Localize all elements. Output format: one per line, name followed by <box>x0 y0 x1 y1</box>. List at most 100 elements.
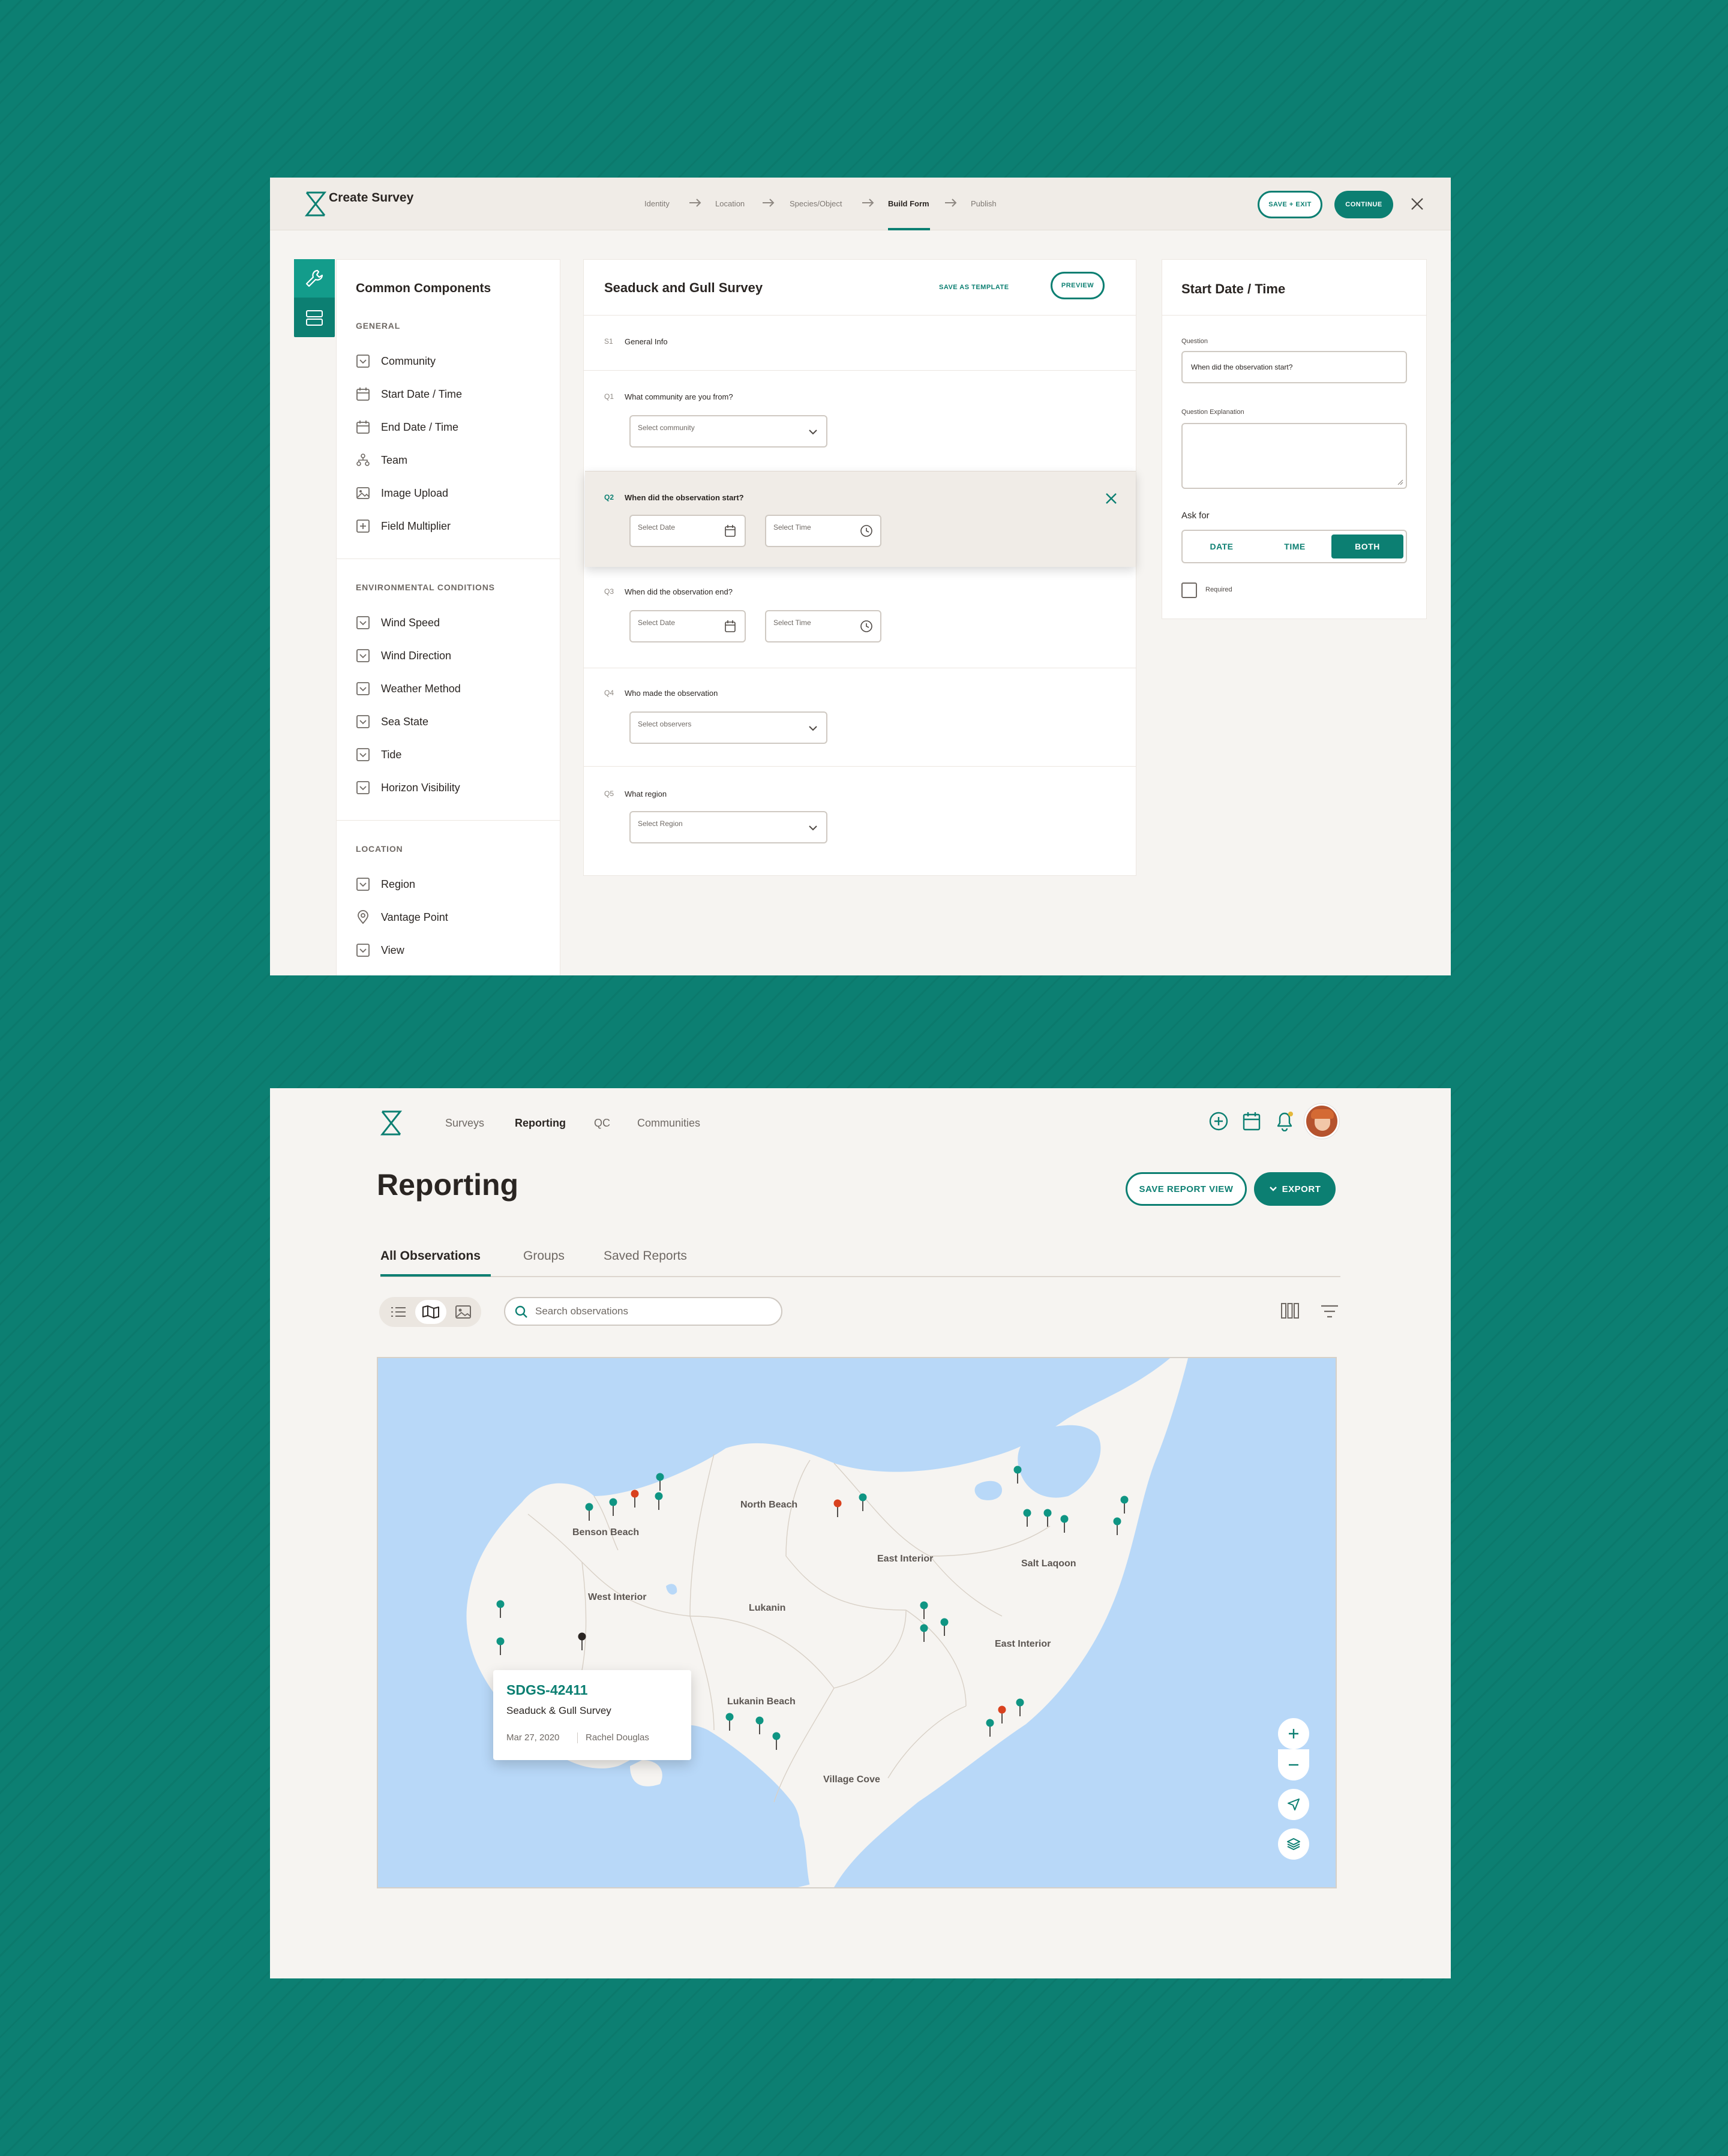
question-row-q1[interactable]: Q1 What community are you from? Select c… <box>584 370 1136 471</box>
observation-pin-icon[interactable] <box>1023 1509 1031 1528</box>
community-select[interactable]: Select community <box>629 415 827 448</box>
zoom-out-button[interactable] <box>1278 1749 1309 1780</box>
observation-pin-icon[interactable] <box>631 1490 639 1509</box>
step-species-object[interactable]: Species/Object <box>790 199 842 208</box>
ask-for-both-option[interactable]: BOTH <box>1331 535 1403 558</box>
observation-pin-icon[interactable] <box>1013 1466 1022 1485</box>
map-view-button[interactable] <box>415 1300 446 1324</box>
save-as-template-link[interactable]: SAVE AS TEMPLATE <box>939 284 1009 291</box>
component-wind-direction[interactable]: Wind Direction <box>356 647 451 665</box>
tab-groups[interactable]: Groups <box>523 1249 565 1263</box>
search-observations-input[interactable]: Search observations <box>504 1297 782 1326</box>
calendar-icon[interactable] <box>1242 1111 1261 1131</box>
app-logo-icon[interactable] <box>380 1110 402 1136</box>
component-view[interactable]: View <box>356 941 404 959</box>
observation-pin-icon[interactable] <box>1060 1515 1069 1534</box>
gallery-view-button[interactable] <box>448 1300 479 1324</box>
end-date-select[interactable]: Select Date <box>629 610 746 642</box>
observation-pin-icon[interactable] <box>725 1713 734 1732</box>
observation-pin-icon[interactable] <box>833 1499 842 1518</box>
user-avatar[interactable] <box>1304 1104 1339 1139</box>
nav-reporting[interactable]: Reporting <box>515 1117 566 1130</box>
component-region[interactable]: Region <box>356 875 415 893</box>
components-tab[interactable] <box>294 259 335 298</box>
export-button[interactable]: EXPORT <box>1254 1172 1336 1206</box>
component-field-multiplier[interactable]: Field Multiplier <box>356 517 451 535</box>
step-location[interactable]: Location <box>715 199 745 208</box>
observations-map[interactable]: Benson Beach North Beach East Interior S… <box>377 1357 1337 1888</box>
explanation-textarea[interactable] <box>1181 423 1407 489</box>
observation-pin-icon[interactable] <box>859 1493 867 1512</box>
observation-pin-icon[interactable] <box>940 1618 949 1637</box>
component-horizon-visibility[interactable]: Horizon Visibility <box>356 779 460 797</box>
locate-button[interactable] <box>1278 1789 1309 1820</box>
observation-pin-icon[interactable] <box>755 1716 764 1735</box>
question-input[interactable]: When did the observation start? <box>1181 351 1407 383</box>
observation-pin-icon[interactable] <box>496 1637 505 1656</box>
add-circle-icon[interactable] <box>1208 1111 1229 1131</box>
notification-bell-icon[interactable] <box>1274 1110 1295 1131</box>
observation-pin-icon[interactable] <box>655 1492 663 1511</box>
observation-pin-icon[interactable] <box>1016 1698 1024 1717</box>
resize-handle-icon[interactable] <box>1396 478 1403 485</box>
component-tide[interactable]: Tide <box>356 746 401 764</box>
observation-pin-icon[interactable] <box>609 1498 617 1517</box>
tab-all-observations[interactable]: All Observations <box>380 1249 481 1263</box>
question-row-q5[interactable]: Q5 What region Select Region <box>584 766 1136 875</box>
component-team[interactable]: Team <box>356 451 407 469</box>
component-community[interactable]: Community <box>356 352 436 370</box>
start-date-select[interactable]: Select Date <box>629 515 746 547</box>
observation-pin-icon[interactable] <box>1043 1509 1052 1528</box>
nav-surveys[interactable]: Surveys <box>445 1117 484 1130</box>
end-time-select[interactable]: Select Time <box>765 610 881 642</box>
observation-pin-icon[interactable] <box>920 1624 928 1643</box>
observation-pin-icon[interactable] <box>920 1601 928 1620</box>
question-row-q2-selected[interactable]: Q2 When did the observation start? Selec… <box>585 471 1136 567</box>
observation-pin-icon[interactable] <box>998 1705 1006 1725</box>
remove-question-icon[interactable] <box>1105 492 1118 505</box>
component-start-date-time[interactable]: Start Date / Time <box>356 385 462 403</box>
component-end-date-time[interactable]: End Date / Time <box>356 418 458 436</box>
observation-pin-icon[interactable] <box>772 1732 781 1751</box>
ask-for-date-option[interactable]: DATE <box>1186 535 1257 558</box>
ask-for-time-option[interactable]: TIME <box>1259 535 1330 558</box>
observation-pin-icon[interactable] <box>585 1503 593 1522</box>
continue-button[interactable]: CONTINUE <box>1334 191 1393 218</box>
layout-tab[interactable] <box>294 299 335 337</box>
save-report-view-button[interactable]: SAVE REPORT VIEW <box>1126 1172 1247 1206</box>
observation-pin-icon[interactable] <box>1120 1496 1129 1515</box>
section-row[interactable]: S1 General Info <box>584 315 1136 370</box>
zoom-in-button[interactable] <box>1278 1718 1309 1749</box>
observers-select[interactable]: Select observers <box>629 711 827 744</box>
question-row-q4[interactable]: Q4 Who made the observation Select obser… <box>584 668 1136 766</box>
region-select[interactable]: Select Region <box>629 811 827 843</box>
component-vantage-point[interactable]: Vantage Point <box>356 908 448 926</box>
list-view-button[interactable] <box>383 1300 414 1324</box>
nav-communities[interactable]: Communities <box>637 1117 700 1130</box>
start-time-select[interactable]: Select Time <box>765 515 881 547</box>
filter-icon[interactable] <box>1320 1304 1339 1319</box>
columns-icon[interactable] <box>1280 1302 1300 1320</box>
component-sea-state[interactable]: Sea State <box>356 713 428 731</box>
question-row-q3[interactable]: Q3 When did the observation end? Select … <box>584 567 1136 668</box>
component-weather-method[interactable]: Weather Method <box>356 680 461 698</box>
observation-pin-icon[interactable] <box>496 1600 505 1619</box>
component-wind-speed[interactable]: Wind Speed <box>356 614 440 632</box>
close-icon[interactable] <box>1410 197 1424 211</box>
nav-qc[interactable]: QC <box>594 1117 610 1130</box>
layers-button[interactable] <box>1278 1828 1309 1860</box>
step-build-form[interactable]: Build Form <box>888 199 929 208</box>
observation-id[interactable]: SDGS-42411 <box>506 1682 588 1698</box>
observation-popup[interactable]: SDGS-42411 Seaduck & Gull Survey Mar 27,… <box>493 1670 691 1760</box>
step-publish[interactable]: Publish <box>971 199 997 208</box>
observation-pin-icon[interactable] <box>986 1719 994 1738</box>
observation-pin-icon[interactable] <box>578 1632 586 1651</box>
required-checkbox[interactable] <box>1181 582 1197 598</box>
observation-pin-icon[interactable] <box>656 1473 664 1492</box>
component-image-upload[interactable]: Image Upload <box>356 484 448 502</box>
tab-saved-reports[interactable]: Saved Reports <box>604 1249 687 1263</box>
preview-button[interactable]: PREVIEW <box>1051 272 1105 299</box>
save-exit-button[interactable]: SAVE + EXIT <box>1258 191 1322 218</box>
observation-pin-icon[interactable] <box>1113 1517 1121 1536</box>
step-identity[interactable]: Identity <box>644 199 670 208</box>
